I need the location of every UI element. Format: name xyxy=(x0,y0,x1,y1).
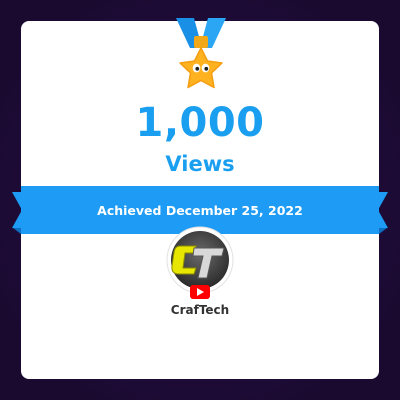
milestone-count: 1,000 xyxy=(135,100,265,146)
channel-name: CrafTech xyxy=(170,303,230,317)
achieved-date-text: Achieved December 25, 2022 xyxy=(97,203,303,218)
play-icon xyxy=(197,288,204,296)
youtube-icon xyxy=(190,285,210,299)
milestone-unit: Views xyxy=(165,152,235,176)
star-medal-icon xyxy=(176,18,226,89)
